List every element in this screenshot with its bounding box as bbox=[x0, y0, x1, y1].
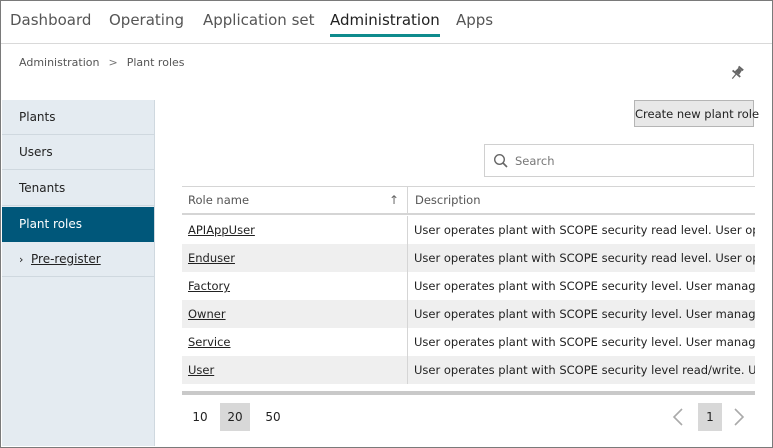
column-header-label: Description bbox=[415, 193, 481, 207]
create-new-plant-role-button[interactable]: Create new plant role bbox=[634, 100, 759, 127]
chevron-right-icon: › bbox=[19, 253, 24, 266]
role-name-cell: APIAppUser bbox=[182, 216, 408, 244]
role-link-enduser[interactable]: Enduser bbox=[188, 251, 235, 265]
sidebar: Plants Users Tenants Plant roles › Pre-re… bbox=[2, 100, 155, 446]
breadcrumb: Administration > Plant roles bbox=[19, 56, 185, 69]
tab-dashboard[interactable]: Dashboard bbox=[10, 0, 91, 44]
role-name-cell: User bbox=[182, 356, 408, 384]
table-header: Role name ↑ Description bbox=[182, 187, 755, 215]
breadcrumb-item-administration[interactable]: Administration bbox=[19, 56, 100, 69]
page-size-10[interactable]: 10 bbox=[185, 403, 215, 431]
sidebar-item-label: Plants bbox=[19, 110, 56, 124]
table-row: Factory User operates plant with SCOPE s… bbox=[182, 272, 755, 300]
sidebar-item-label: Plant roles bbox=[19, 217, 83, 231]
plant-roles-table: Role name ↑ Description APIAppUser User … bbox=[182, 186, 755, 391]
table-row: Service User operates plant with SCOPE s… bbox=[182, 328, 755, 356]
description-cell: User operates plant with SCOPE security … bbox=[414, 335, 755, 349]
role-name-cell: Enduser bbox=[182, 244, 408, 272]
page-size-50[interactable]: 50 bbox=[258, 403, 288, 431]
sidebar-item-tenants[interactable]: Tenants bbox=[2, 171, 154, 206]
sidebar-item-plant-roles[interactable]: Plant roles bbox=[2, 207, 154, 242]
breadcrumb-item-plant-roles: Plant roles bbox=[126, 56, 185, 69]
column-header-role-name[interactable]: Role name ↑ bbox=[182, 187, 408, 215]
description-cell: User operates plant with SCOPE security … bbox=[414, 223, 755, 237]
description-cell: User operates plant with SCOPE security … bbox=[414, 363, 755, 377]
column-header-description[interactable]: Description bbox=[409, 187, 755, 215]
sidebar-item-plants[interactable]: Plants bbox=[2, 100, 154, 135]
page-number-current[interactable]: 1 bbox=[698, 403, 722, 431]
description-cell: User operates plant with SCOPE security … bbox=[414, 279, 755, 293]
search-input[interactable] bbox=[515, 151, 745, 171]
sidebar-item-users[interactable]: Users bbox=[2, 135, 154, 170]
role-link-apiappuser[interactable]: APIAppUser bbox=[188, 223, 255, 237]
tab-operating[interactable]: Operating bbox=[109, 0, 184, 44]
next-page-icon[interactable] bbox=[732, 406, 746, 428]
table-row: User User operates plant with SCOPE secu… bbox=[182, 356, 755, 384]
role-name-cell: Owner bbox=[182, 300, 408, 328]
table-row: Owner User operates plant with SCOPE sec… bbox=[182, 300, 755, 328]
sidebar-item-label: Tenants bbox=[19, 181, 66, 195]
sort-ascending-icon[interactable]: ↑ bbox=[389, 187, 399, 213]
sidebar-item-label: Pre-register bbox=[31, 252, 101, 266]
horizontal-scrollbar[interactable] bbox=[182, 391, 755, 395]
page-size-20[interactable]: 20 bbox=[220, 403, 250, 431]
tab-administration[interactable]: Administration bbox=[330, 0, 440, 44]
description-cell: User operates plant with SCOPE security … bbox=[414, 307, 755, 321]
sidebar-item-pre-register[interactable]: › Pre-register bbox=[2, 242, 154, 277]
top-navigation: Dashboard Operating Application set Admi… bbox=[0, 0, 773, 44]
tab-application-set[interactable]: Application set bbox=[203, 0, 315, 44]
column-header-label: Role name bbox=[188, 193, 250, 207]
role-name-cell: Service bbox=[182, 328, 408, 356]
table-row: APIAppUser User operates plant with SCOP… bbox=[182, 216, 755, 244]
search-box bbox=[484, 144, 754, 177]
table-row: Enduser User operates plant with SCOPE s… bbox=[182, 244, 755, 272]
role-link-user[interactable]: User bbox=[188, 363, 214, 377]
previous-page-icon[interactable] bbox=[671, 406, 685, 428]
breadcrumb-separator: > bbox=[108, 56, 118, 69]
role-name-cell: Factory bbox=[182, 272, 408, 300]
role-link-service[interactable]: Service bbox=[188, 335, 231, 349]
search-icon bbox=[493, 153, 509, 169]
sidebar-item-label: Users bbox=[19, 145, 53, 159]
description-cell: User operates plant with SCOPE security … bbox=[414, 251, 755, 265]
role-link-owner[interactable]: Owner bbox=[188, 307, 226, 321]
tab-apps[interactable]: Apps bbox=[456, 0, 493, 44]
role-link-factory[interactable]: Factory bbox=[188, 279, 230, 293]
pin-icon[interactable] bbox=[728, 64, 746, 82]
